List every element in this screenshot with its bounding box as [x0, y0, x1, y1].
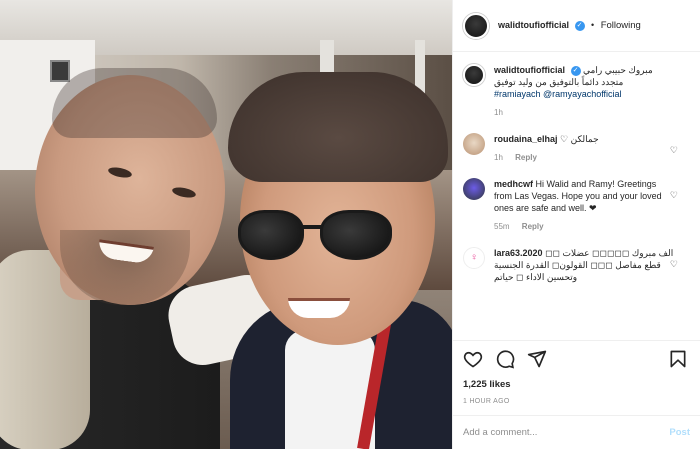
caption-author-avatar[interactable]: [463, 64, 485, 86]
sunglasses-left-lens: [238, 210, 304, 260]
comment-text: جمالكن ♡: [560, 134, 599, 144]
share-icon[interactable]: [527, 349, 549, 371]
comment-like-heart-icon[interactable]: ♡: [670, 190, 678, 201]
caption-time[interactable]: 1h: [494, 108, 503, 117]
action-icons: [463, 349, 690, 371]
verified-badge-icon: ✓: [570, 65, 581, 76]
comment-username[interactable]: lara63.2020: [494, 248, 543, 258]
author-username[interactable]: walidtoufiofficial: [498, 20, 569, 30]
commenter-avatar[interactable]: [463, 178, 485, 200]
author-line: walidtoufiofficial ✓ • Following: [498, 20, 641, 31]
caption-mention[interactable]: @ramyayachofficial: [543, 89, 622, 99]
separator-dot: •: [591, 20, 595, 30]
comment-username[interactable]: medhcwf: [494, 179, 533, 189]
post-header: walidtoufiofficial ✓ • Following: [453, 0, 700, 52]
caption-text-block: walidtoufiofficial ✓ مبروك حبيبي رامي مت…: [494, 64, 674, 100]
post-side-panel: walidtoufiofficial ✓ • Following walidto…: [452, 0, 700, 449]
comments-list[interactable]: walidtoufiofficial ✓ مبروك حبيبي رامي مت…: [453, 58, 700, 340]
likes-count[interactable]: 1,225 likes: [463, 379, 690, 390]
add-comment-bar: Post: [453, 415, 700, 449]
comment-meta: 55m Reply: [494, 222, 674, 231]
bookmark-icon[interactable]: [668, 349, 690, 371]
post-timestamp[interactable]: 1 HOUR AGO: [463, 398, 690, 405]
post-photo[interactable]: [0, 0, 452, 449]
verified-badge-icon: ✓: [574, 20, 585, 31]
author-avatar[interactable]: [463, 12, 489, 39]
comment-icon[interactable]: [495, 349, 517, 371]
comment-text-block: roudaina_elhaj جمالكن ♡: [494, 133, 674, 145]
comment-row: ♀ lara63.2020 الف مبروك ◻◻◻◻◻ عضلات ◻◻ ق…: [453, 241, 700, 283]
add-comment-input[interactable]: [463, 427, 670, 438]
photo-sign: [50, 60, 70, 82]
caption-meta: 1h: [494, 108, 674, 117]
sunglasses-bridge: [300, 225, 322, 229]
caption-body: walidtoufiofficial ✓ مبروك حبيبي رامي مت…: [494, 64, 690, 117]
sunglasses-right-lens: [320, 210, 392, 260]
commenter-avatar[interactable]: [463, 133, 485, 155]
reply-button[interactable]: Reply: [522, 222, 544, 231]
comment-text-block: medhcwf Hi Walid and Ramy! Greetings fro…: [494, 178, 674, 214]
person-right-hair: [228, 72, 448, 182]
post-actions: 1,225 likes 1 HOUR AGO: [453, 340, 700, 405]
comment-body: roudaina_elhaj جمالكن ♡ 1h Reply: [494, 133, 690, 162]
comment-body: medhcwf Hi Walid and Ramy! Greetings fro…: [494, 178, 690, 231]
comment-meta: 1h Reply: [494, 153, 674, 162]
caption-row: walidtoufiofficial ✓ مبروك حبيبي رامي مت…: [453, 58, 700, 117]
comment-row: roudaina_elhaj جمالكن ♡ 1h Reply ♡: [453, 127, 700, 162]
person-left-hair: [52, 68, 217, 138]
heart-icon[interactable]: [463, 349, 485, 371]
caption-hashtag[interactable]: #ramiayach: [494, 89, 541, 99]
comment-time[interactable]: 55m: [494, 222, 510, 231]
comment-time[interactable]: 1h: [494, 153, 503, 162]
post-comment-button[interactable]: Post: [669, 427, 690, 438]
caption-username[interactable]: walidtoufiofficial: [494, 65, 565, 75]
comment-row: medhcwf Hi Walid and Ramy! Greetings fro…: [453, 172, 700, 231]
reply-button[interactable]: Reply: [515, 153, 537, 162]
comment-body: lara63.2020 الف مبروك ◻◻◻◻◻ عضلات ◻◻ قطع…: [494, 247, 690, 283]
commenter-avatar[interactable]: ♀: [463, 247, 485, 269]
comment-text-block: lara63.2020 الف مبروك ◻◻◻◻◻ عضلات ◻◻ قطع…: [494, 247, 674, 283]
comment-username[interactable]: roudaina_elhaj: [494, 134, 558, 144]
comment-like-heart-icon[interactable]: ♡: [670, 145, 678, 156]
following-button[interactable]: Following: [601, 20, 641, 31]
comment-like-heart-icon[interactable]: ♡: [670, 259, 678, 270]
